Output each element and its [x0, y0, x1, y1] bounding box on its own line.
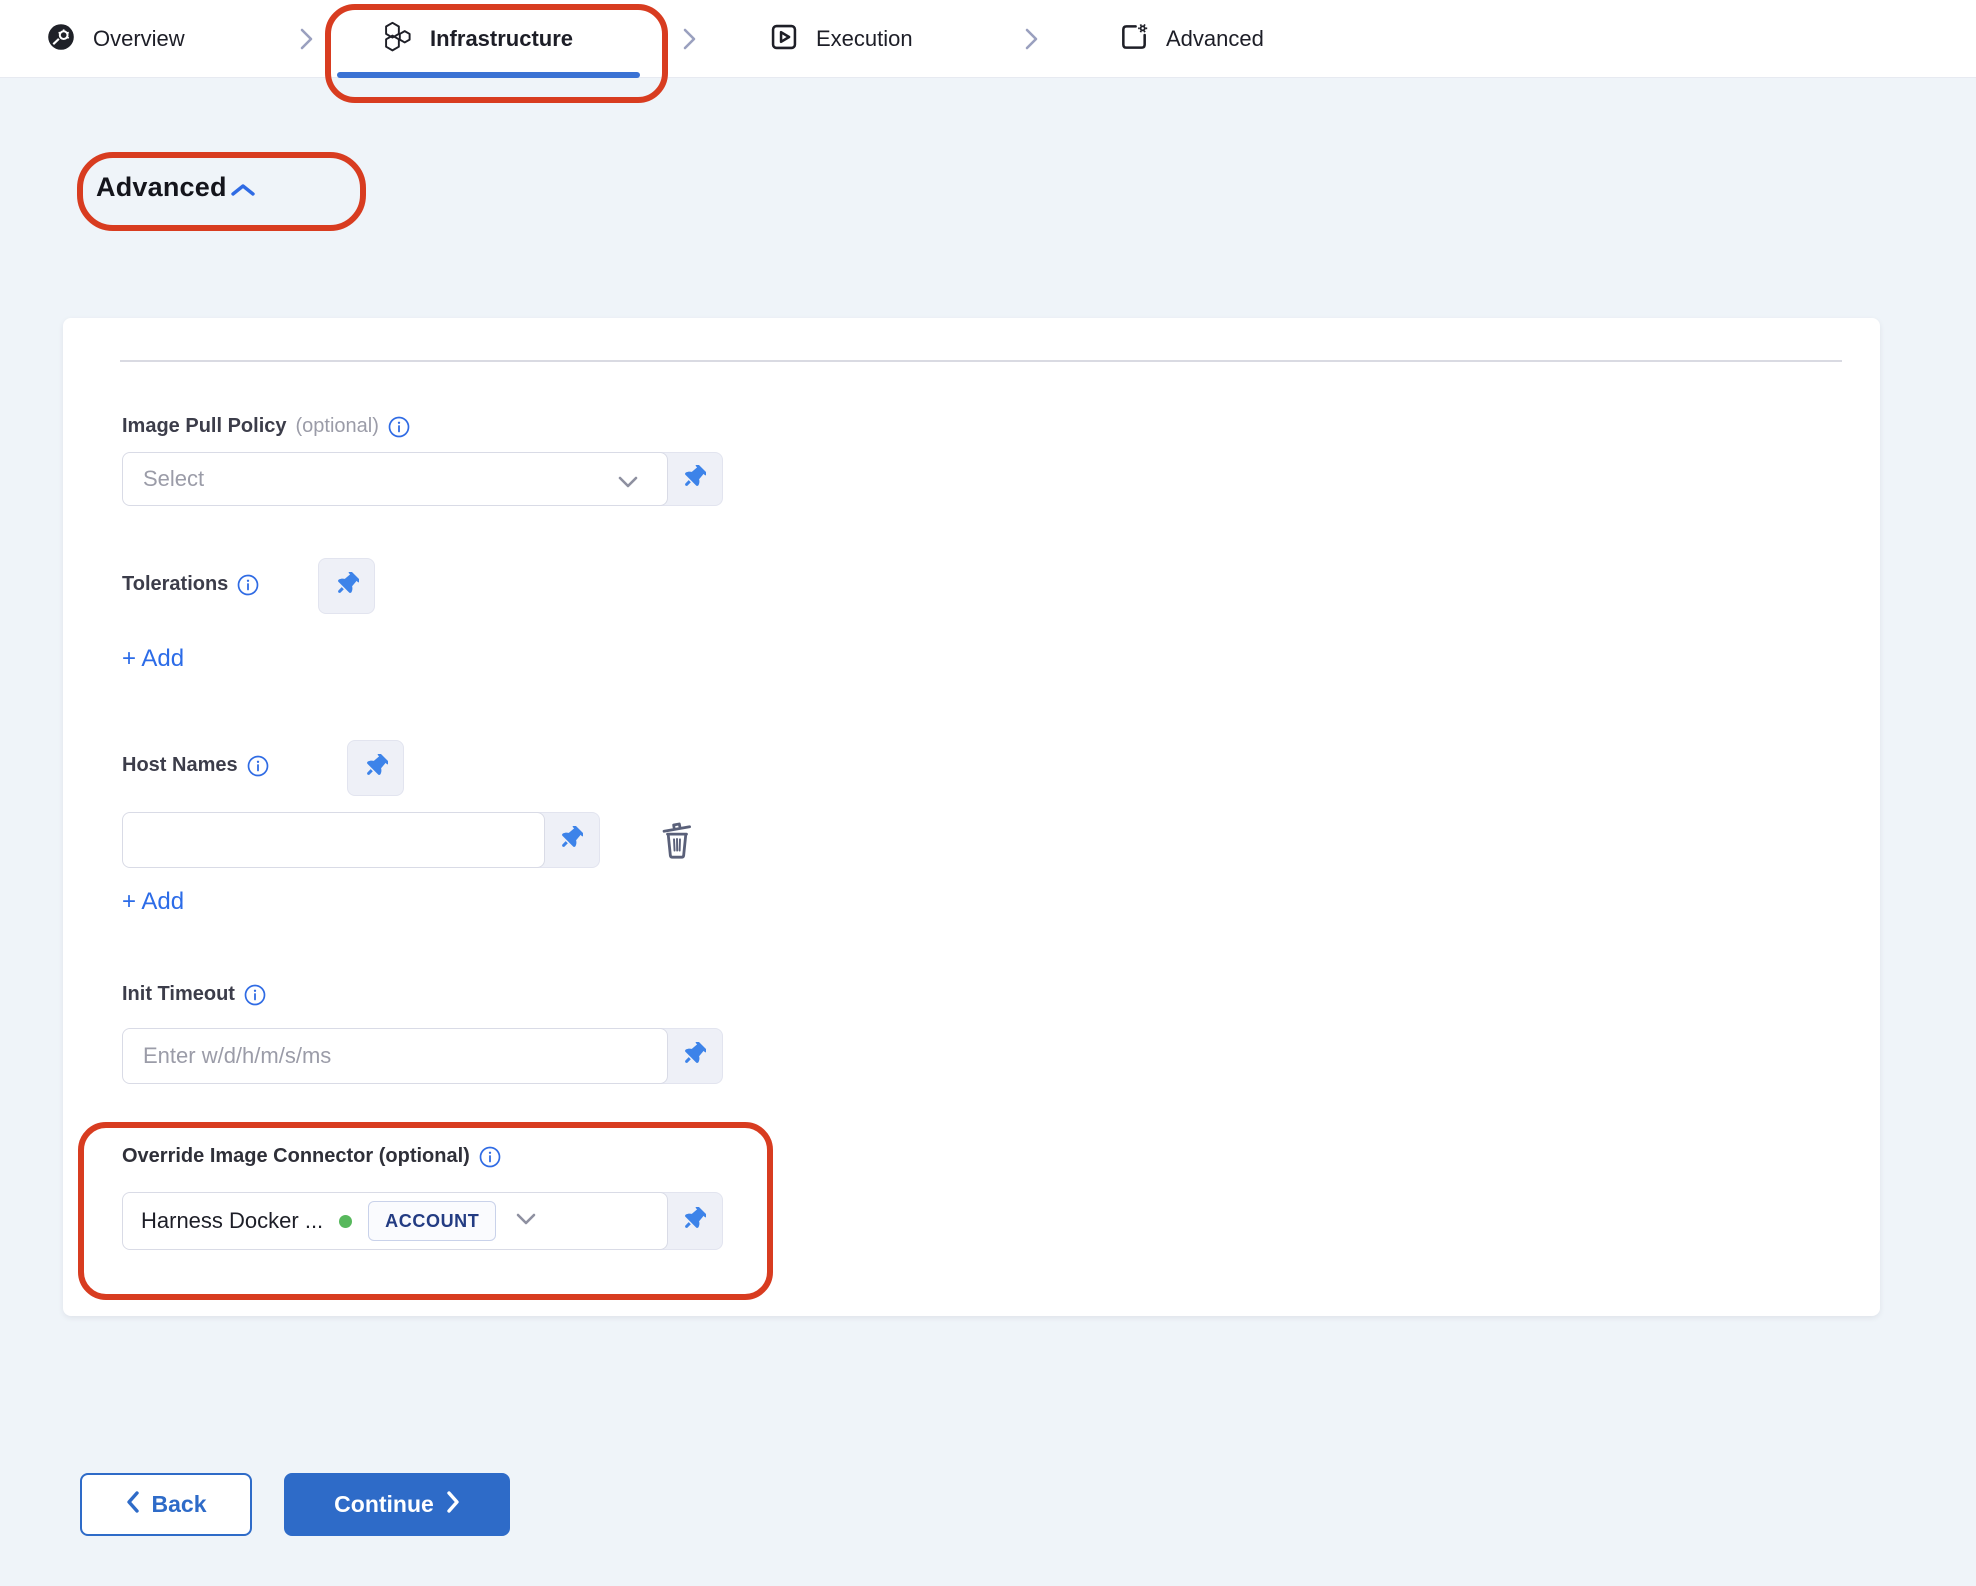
image-pull-policy-placeholder: Select: [143, 466, 204, 492]
init-timeout-input[interactable]: [123, 1029, 667, 1083]
infrastructure-hexagons-icon: [380, 20, 414, 59]
continue-button[interactable]: Continue: [284, 1473, 510, 1536]
advanced-section-header[interactable]: Advanced: [96, 172, 257, 203]
chevron-right-icon: [1020, 27, 1042, 51]
tab-advanced[interactable]: Advanced: [1118, 0, 1264, 78]
chevron-right-icon: [295, 27, 317, 51]
info-icon[interactable]: [479, 1146, 501, 1168]
connector-status-dot: [339, 1215, 352, 1228]
pushpin-icon: [335, 572, 359, 601]
connector-value: Harness Docker ...: [141, 1208, 323, 1234]
init-timeout-label: Init Timeout: [122, 983, 266, 1006]
advanced-gear-doc-icon: [1118, 21, 1150, 58]
tolerations-label-text: Tolerations: [122, 573, 228, 596]
tab-execution-label: Execution: [816, 26, 913, 52]
chevron-left-icon: [126, 1491, 140, 1519]
info-icon[interactable]: [237, 574, 259, 596]
overview-icon: [45, 21, 77, 58]
pushpin-icon: [559, 826, 583, 855]
image-pull-policy-label-text: Image Pull Policy: [122, 415, 287, 438]
tab-infrastructure[interactable]: Infrastructure: [380, 0, 573, 78]
trash-icon: [656, 816, 698, 867]
optional-suffix: (optional): [296, 415, 379, 438]
continue-button-label: Continue: [334, 1491, 434, 1518]
chevron-down-icon: [618, 475, 638, 493]
override-image-connector-select[interactable]: Harness Docker ... ACCOUNT: [122, 1192, 668, 1250]
chevron-right-icon: [446, 1491, 460, 1519]
tab-overview-label: Overview: [93, 26, 185, 52]
pushpin-icon: [682, 1042, 706, 1071]
info-icon[interactable]: [388, 416, 410, 438]
override-image-connector-label: Override Image Connector (optional): [122, 1145, 501, 1168]
wizard-tab-bar: Overview Infrastructure: [0, 0, 1976, 78]
tab-overview[interactable]: Overview: [45, 0, 185, 78]
tolerations-pin-button[interactable]: [318, 558, 375, 614]
host-names-delete-button[interactable]: [652, 816, 702, 866]
pushpin-icon: [364, 754, 388, 783]
tab-execution[interactable]: Execution: [768, 0, 913, 78]
pushpin-icon: [682, 465, 706, 494]
active-tab-underline: [337, 72, 640, 78]
image-pull-policy-label: Image Pull Policy (optional): [122, 415, 410, 438]
tolerations-add-button[interactable]: + Add: [122, 645, 184, 673]
image-pull-policy-select[interactable]: Select: [122, 452, 668, 506]
host-names-input-wrap: [122, 812, 545, 868]
pushpin-icon: [682, 1207, 706, 1236]
init-timeout-label-text: Init Timeout: [122, 983, 235, 1006]
host-names-input[interactable]: [123, 813, 544, 867]
host-names-add-button[interactable]: + Add: [122, 888, 184, 916]
execution-play-icon: [768, 21, 800, 58]
tab-advanced-label: Advanced: [1166, 26, 1264, 52]
collapse-chevron-up-icon[interactable]: [229, 181, 257, 199]
host-names-label: Host Names: [122, 754, 269, 777]
host-names-pin-button[interactable]: [347, 740, 404, 796]
tab-infrastructure-label: Infrastructure: [430, 26, 573, 52]
card-top-divider: [120, 360, 1842, 362]
chevron-right-icon: [678, 27, 700, 51]
tolerations-label: Tolerations: [122, 573, 259, 596]
section-title: Advanced: [96, 172, 227, 203]
connector-scope-badge: ACCOUNT: [368, 1201, 496, 1241]
info-icon[interactable]: [247, 755, 269, 777]
override-image-connector-label-text: Override Image Connector (optional): [122, 1145, 470, 1168]
back-button[interactable]: Back: [80, 1473, 252, 1536]
chevron-down-icon: [516, 1212, 536, 1230]
init-timeout-input-wrap: [122, 1028, 668, 1084]
info-icon[interactable]: [244, 984, 266, 1006]
back-button-label: Back: [152, 1491, 207, 1518]
host-names-label-text: Host Names: [122, 754, 238, 777]
